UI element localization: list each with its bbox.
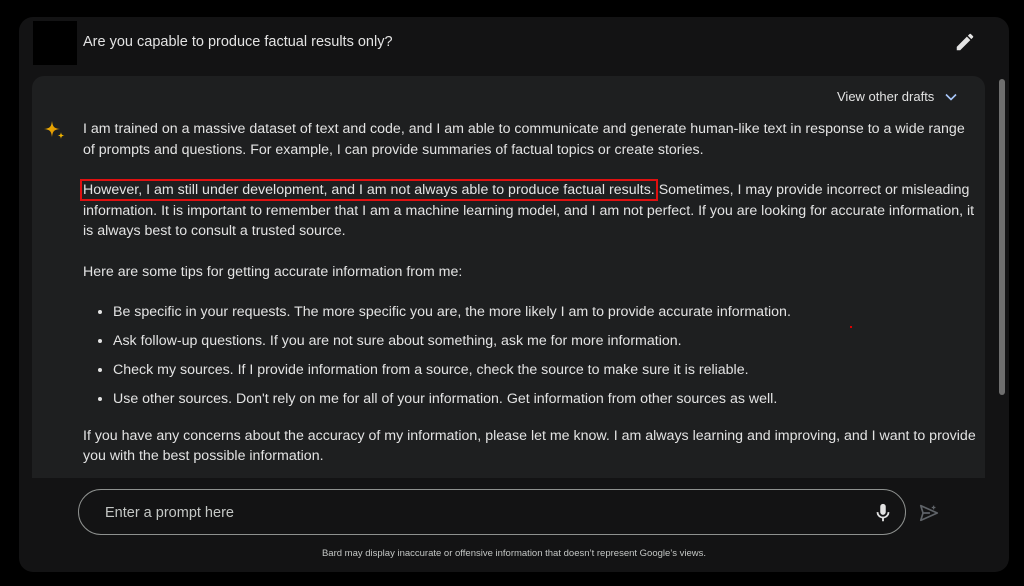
prompt-input[interactable]	[103, 502, 847, 524]
edit-button[interactable]	[954, 31, 976, 53]
chevron-down-icon	[945, 93, 957, 101]
microphone-icon	[876, 503, 890, 522]
list-item: Check my sources. If I provide informati…	[113, 360, 978, 381]
user-question: Are you capable to produce factual resul…	[83, 34, 393, 50]
paragraph-limitations: However, I am still under development, a…	[80, 179, 978, 242]
tips-intro: Here are some tips for getting accurate …	[83, 263, 463, 280]
user-avatar	[33, 21, 77, 65]
red-dot-mark	[850, 326, 852, 328]
list-item: Ask follow-up questions. If you are not …	[113, 331, 978, 352]
view-other-drafts-button[interactable]: View other drafts	[837, 89, 958, 104]
drafts-label: View other drafts	[837, 89, 935, 104]
list-item: Be specific in your requests. The more s…	[113, 302, 978, 323]
highlighted-sentence: However, I am still under development, a…	[80, 179, 658, 201]
scrollbar[interactable]	[999, 79, 1005, 395]
microphone-button[interactable]	[872, 502, 894, 524]
pencil-icon	[956, 33, 974, 51]
sparkle-icon	[44, 121, 65, 139]
prompt-box	[78, 489, 906, 535]
disclaimer-text: Bard may display inaccurate or offensive…	[321, 548, 707, 559]
response-text: I am trained on a massive dataset of tex…	[80, 119, 978, 478]
paragraph-intro: I am trained on a massive dataset of tex…	[83, 121, 965, 158]
send-icon	[919, 504, 939, 522]
paragraph-closing: If you have any concerns about the accur…	[83, 427, 976, 465]
tips-list: Be specific in your requests. The more s…	[83, 302, 978, 410]
bard-window: Are you capable to produce factual resul…	[19, 17, 1009, 572]
list-item: Use other sources. Don't rely on me for …	[113, 389, 978, 410]
send-button[interactable]	[918, 502, 940, 524]
response-card: View other drafts I am trained on a mass…	[32, 76, 985, 478]
